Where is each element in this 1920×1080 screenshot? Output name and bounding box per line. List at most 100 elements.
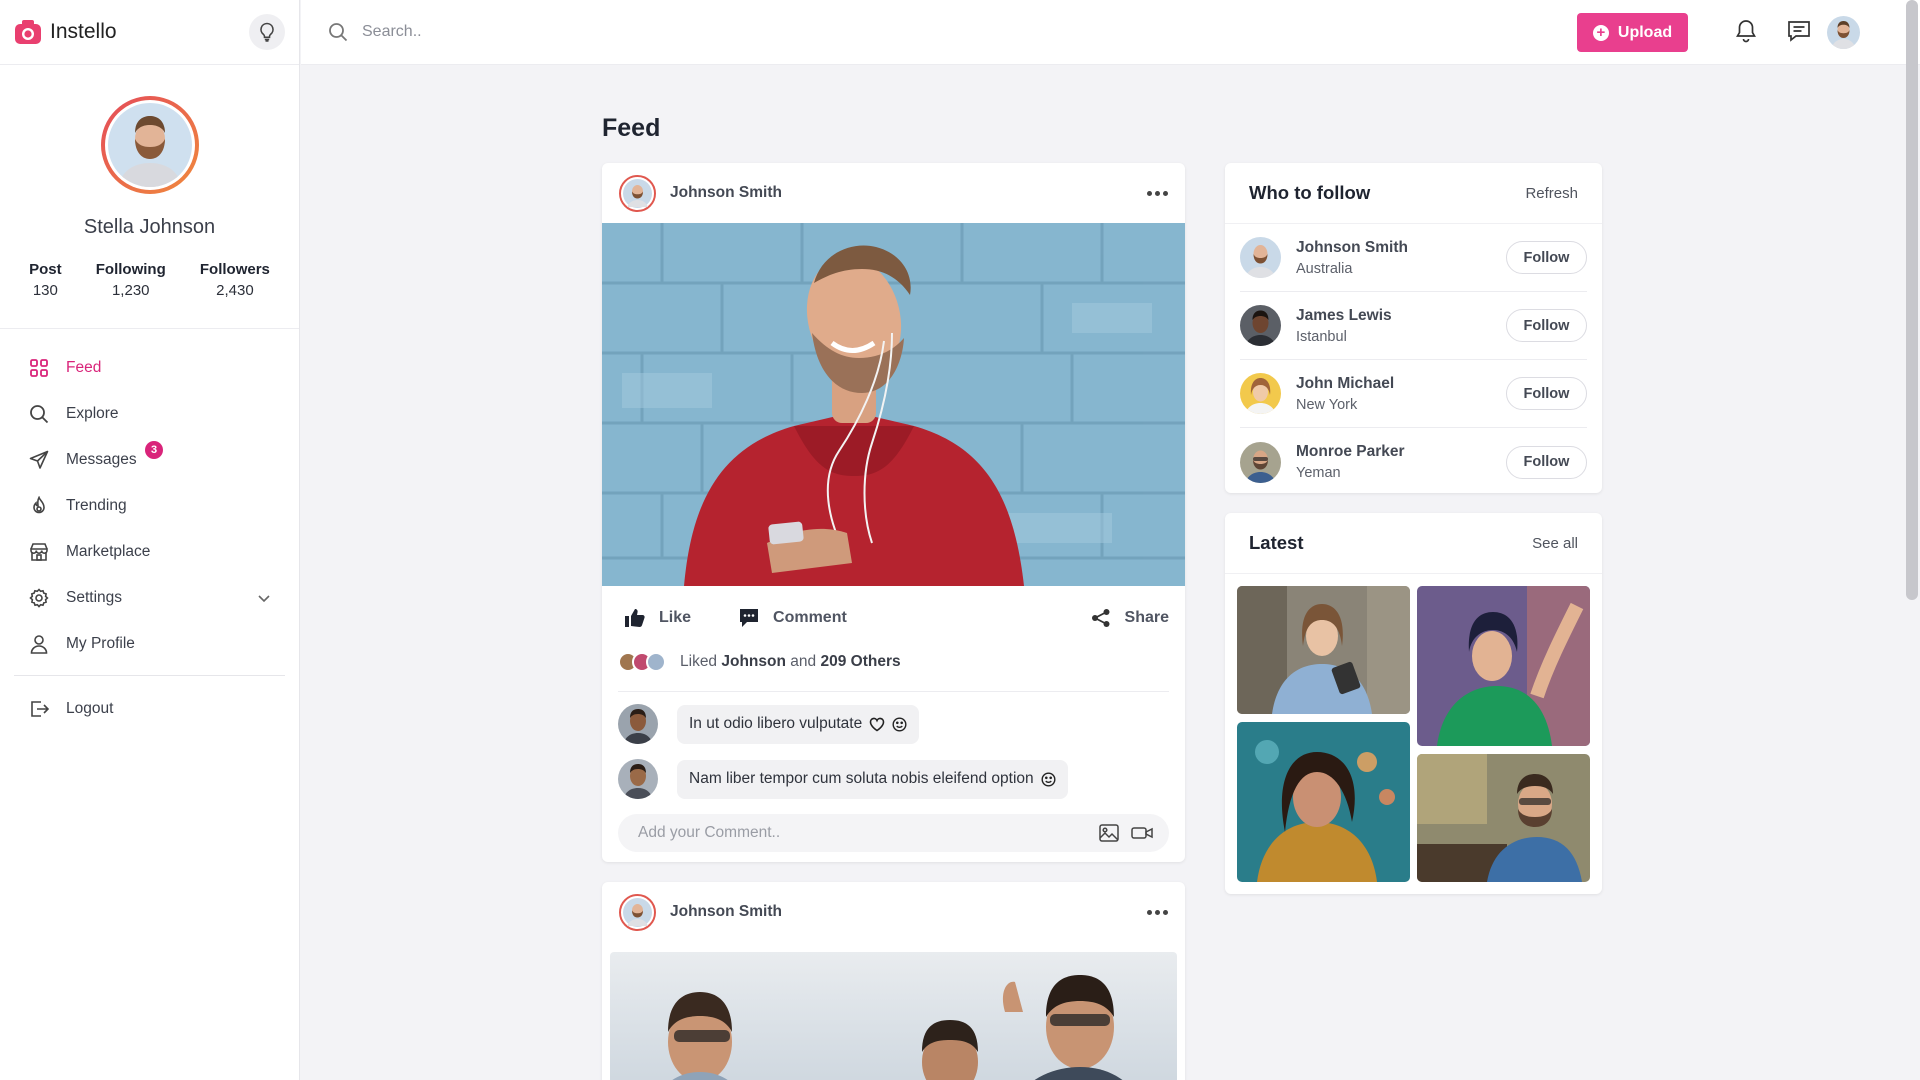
nav-label: My Profile <box>66 635 135 652</box>
liked-name[interactable]: Johnson <box>721 653 786 671</box>
widget-title: Latest <box>1249 532 1304 553</box>
latest-photo[interactable] <box>1417 586 1590 746</box>
plus-circle-icon: + <box>1592 24 1609 41</box>
comment-icon <box>740 609 759 627</box>
latest-photo[interactable] <box>1417 754 1590 882</box>
search-icon <box>28 403 50 425</box>
nav-item-logout[interactable]: Logout <box>0 686 299 732</box>
user-avatar[interactable] <box>1827 16 1860 49</box>
chevron-down-icon[interactable] <box>257 593 271 603</box>
commenter-avatar[interactable] <box>618 704 658 744</box>
suggestion-name[interactable]: Monroe Parker <box>1296 443 1405 461</box>
nav-item-messages[interactable]: Messages 3 <box>0 437 299 483</box>
brand-name[interactable]: Instello <box>50 20 117 44</box>
stat-followers[interactable]: Followers 2,430 <box>200 261 270 299</box>
post-author-name[interactable]: Johnson Smith <box>670 184 782 202</box>
grid-icon <box>28 357 50 379</box>
upload-button[interactable]: + Upload <box>1577 13 1688 52</box>
comment-button[interactable]: Comment <box>739 608 847 628</box>
suggestion-location: Australia <box>1296 260 1353 277</box>
nav-divider <box>14 675 285 676</box>
suggestion-name[interactable]: Johnson Smith <box>1296 239 1408 257</box>
suggestion-avatar[interactable] <box>1240 441 1281 483</box>
suggestion-avatar[interactable] <box>1240 237 1281 278</box>
video-icon[interactable] <box>1131 825 1153 841</box>
nav-item-marketplace[interactable]: Marketplace <box>0 529 299 575</box>
lightbulb-icon <box>260 22 274 42</box>
nav-item-feed[interactable]: Feed <box>0 345 299 391</box>
more-options-icon[interactable] <box>1147 190 1168 196</box>
suggestion-name[interactable]: John Michael <box>1296 375 1394 393</box>
follow-button[interactable]: Follow <box>1506 445 1587 479</box>
camera-logo-icon[interactable] <box>14 19 42 45</box>
smile-icon[interactable] <box>892 716 907 732</box>
page-scrollbar[interactable] <box>1906 0 1918 600</box>
comment-label: Comment <box>773 609 847 626</box>
stat-label: Following <box>95 261 166 278</box>
nav-item-explore[interactable]: Explore <box>0 391 299 437</box>
suggestion-avatar[interactable] <box>1240 305 1281 346</box>
share-button[interactable]: Share <box>1091 608 1169 628</box>
suggestion-info: Monroe Parker Yeman <box>1296 443 1405 481</box>
follow-button[interactable]: Follow <box>1506 377 1587 410</box>
profile-photo <box>107 103 192 187</box>
suggestion-name[interactable]: James Lewis <box>1296 307 1392 325</box>
post-author-name[interactable]: Johnson Smith <box>670 903 782 921</box>
latest-photo[interactable] <box>1237 722 1410 882</box>
author-avatar[interactable] <box>619 174 656 212</box>
nav-item-my-profile[interactable]: My Profile <box>0 621 299 667</box>
profile-avatar[interactable] <box>100 96 199 194</box>
more-options-icon[interactable] <box>1147 909 1168 915</box>
comment-item: In ut odio libero vulputate <box>602 704 1185 744</box>
widget-title: Who to follow <box>1249 182 1371 203</box>
refresh-link[interactable]: Refresh <box>1525 185 1578 202</box>
messages-button[interactable] <box>1786 18 1812 44</box>
comment-input[interactable] <box>638 824 1099 842</box>
follow-button[interactable]: Follow <box>1506 309 1587 342</box>
upload-label: Upload <box>1617 23 1673 41</box>
nav-label: Feed <box>66 359 102 376</box>
search-input[interactable] <box>362 23 762 41</box>
suggestion-avatar[interactable] <box>1240 373 1281 414</box>
liked-and: and <box>790 653 817 670</box>
message-icon <box>1788 21 1810 42</box>
suggestion-location: Istanbul <box>1296 328 1347 345</box>
nav-item-trending[interactable]: Trending <box>0 483 299 529</box>
latest-photo[interactable] <box>1237 586 1410 714</box>
messages-badge: 3 <box>145 441 163 459</box>
post-image[interactable] <box>610 952 1177 1080</box>
nav-item-settings[interactable]: Settings <box>0 575 299 621</box>
liked-summary[interactable]: Liked Johnson and 209 Others <box>602 650 1185 674</box>
like-button[interactable]: Like <box>624 608 691 628</box>
comment-item: Nam liber tempor cum soluta nobis eleife… <box>602 759 1185 799</box>
theme-toggle-button[interactable] <box>249 14 285 50</box>
brand-bar: Instello <box>0 0 299 65</box>
commenter-avatar[interactable] <box>618 759 658 799</box>
post-image[interactable] <box>602 223 1185 586</box>
post-header: Johnson Smith <box>602 882 1185 942</box>
suggestion-location: New York <box>1296 396 1358 413</box>
widget-header: Who to follow Refresh <box>1225 163 1602 224</box>
follow-button[interactable]: Follow <box>1506 241 1587 274</box>
post-divider <box>618 691 1169 692</box>
stat-following[interactable]: Following 1,230 <box>96 261 166 299</box>
profile-card: Stella Johnson Post 130 Following 1,230 … <box>0 65 299 329</box>
heart-icon[interactable] <box>869 717 885 732</box>
like-label: Like <box>659 609 692 626</box>
comment-text: Nam liber tempor cum soluta nobis eleife… <box>689 770 1034 787</box>
profile-name[interactable]: Stella Johnson <box>0 216 299 239</box>
liked-others[interactable]: 209 Others <box>820 653 900 671</box>
search-box <box>328 22 762 42</box>
nav-label: Explore <box>66 405 119 422</box>
notifications-button[interactable] <box>1733 18 1759 44</box>
image-icon[interactable] <box>1099 824 1119 842</box>
profile-stats: Post 130 Following 1,230 Followers 2,430 <box>0 261 299 299</box>
author-avatar[interactable] <box>619 893 656 931</box>
smile-icon[interactable] <box>1041 771 1056 787</box>
see-all-link[interactable]: See all <box>1532 535 1578 552</box>
suggestion-info: James Lewis Istanbul <box>1296 307 1392 345</box>
suggestion-info: John Michael New York <box>1296 375 1394 413</box>
comment-bubble: Nam liber tempor cum soluta nobis eleife… <box>677 759 1068 799</box>
search-icon[interactable] <box>328 22 348 42</box>
stat-posts[interactable]: Post 130 <box>29 261 62 299</box>
